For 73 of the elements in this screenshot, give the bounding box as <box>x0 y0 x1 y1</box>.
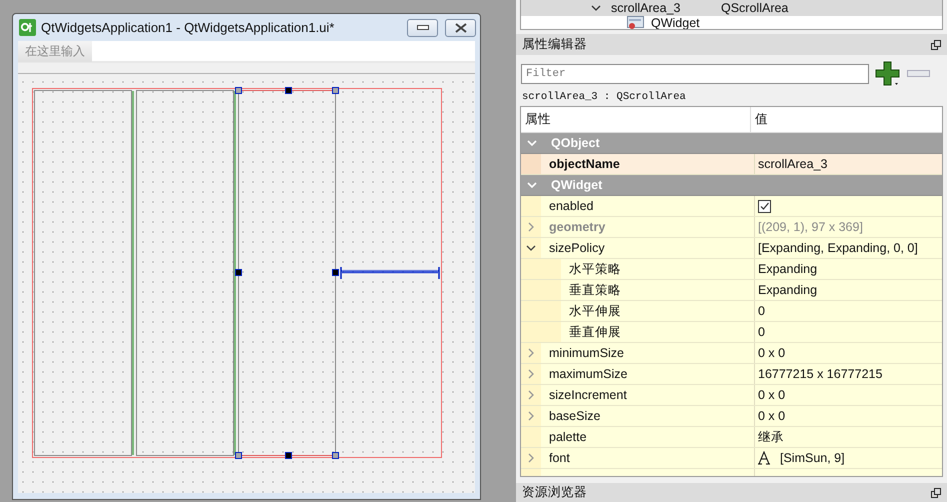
caret-right-icon[interactable] <box>526 390 536 400</box>
caret-down-icon[interactable] <box>526 243 536 253</box>
property-name: 水平伸展 <box>569 302 621 320</box>
dock-title: 资源浏览器 <box>522 484 587 501</box>
property-name: maximumSize <box>549 367 628 381</box>
property-value: 0 x 0 <box>758 346 786 360</box>
close-button[interactable] <box>445 18 476 36</box>
property-value: [(209, 1), 97 x 369] <box>758 220 863 234</box>
property-value: [SimSun, 9] <box>780 451 845 465</box>
property-row[interactable]: enabled <box>521 196 942 217</box>
scroll-area[interactable] <box>34 90 132 456</box>
property-row[interactable]: sizePolicy [Expanding, Expanding, 0, 0] <box>521 238 942 259</box>
property-name: font <box>549 451 570 465</box>
checkbox[interactable] <box>758 200 771 212</box>
property-row[interactable]: palette 继承 <box>521 427 942 448</box>
property-name: baseSize <box>549 409 600 423</box>
caret-right-icon[interactable] <box>526 453 536 463</box>
column-header[interactable]: 值 <box>751 111 768 128</box>
property-row[interactable]: maximumSize 16777215 x 16777215 <box>521 364 942 385</box>
dock-title: 属性编辑器 <box>522 36 587 53</box>
property-row[interactable]: minimumSize 0 x 0 <box>521 343 942 364</box>
filter-field[interactable]: Filter <box>521 64 869 84</box>
property-row[interactable]: baseSize 0 x 0 <box>521 406 942 427</box>
property-row[interactable]: sizeIncrement 0 x 0 <box>521 385 942 406</box>
scroll-area[interactable] <box>136 90 234 456</box>
font-icon <box>758 451 770 465</box>
horizontal-spacer[interactable] <box>340 267 440 279</box>
group-name: QWidget <box>551 178 602 192</box>
float-icon[interactable] <box>931 40 941 50</box>
property-row[interactable]: 水平伸展 0 <box>521 301 942 322</box>
property-name: 水平策略 <box>569 260 621 278</box>
minimize-button[interactable] <box>407 18 438 36</box>
close-icon <box>454 22 466 32</box>
property-name: enabled <box>549 199 594 213</box>
property-value: [Expanding, Expanding, 0, 0] <box>758 241 918 255</box>
caret-down-icon[interactable] <box>591 4 601 12</box>
object-name: scrollArea_3 <box>611 1 682 15</box>
tree-row[interactable]: scrollArea_3 QScrollArea <box>521 0 942 16</box>
property-value: 0 x 0 <box>758 388 786 402</box>
property-row[interactable]: 垂直策略 Expanding <box>521 280 942 301</box>
property-value: scrollArea_3 <box>758 157 828 171</box>
property-row[interactable]: 水平策略 Expanding <box>521 259 942 280</box>
column-header[interactable]: 属性 <box>521 107 751 132</box>
class-name: QScrollArea <box>721 1 788 15</box>
window-title: QtWidgetsApplication1 - QtWidgetsApplication1.ui* <box>41 20 336 35</box>
property-value: 0 <box>758 304 765 318</box>
minimize-icon <box>416 24 428 30</box>
plus-icon[interactable] <box>875 61 901 87</box>
property-name: 垂直策略 <box>569 282 621 298</box>
property-name: sizePolicy <box>549 241 605 255</box>
group-name: QObject <box>551 136 600 150</box>
property-name: 垂直伸展 <box>569 324 621 340</box>
caret-right-icon[interactable] <box>526 369 536 379</box>
property-row[interactable]: font [SimSun, 9] <box>521 448 942 469</box>
property-name: sizeIncrement <box>549 388 627 402</box>
property-value: 0 <box>758 325 765 339</box>
property-name: palette <box>549 430 587 444</box>
property-row[interactable]: 垂直伸展 0 <box>521 322 942 343</box>
property-row[interactable]: objectName scrollArea_3 <box>521 154 942 175</box>
caret-right-icon[interactable] <box>526 411 536 421</box>
property-value: 16777215 x 16777215 <box>758 367 882 381</box>
float-icon[interactable] <box>931 488 941 498</box>
object-class-label: scrollArea_3 : QScrollArea <box>521 90 687 105</box>
minus-icon[interactable] <box>907 70 931 78</box>
qt-logo-icon <box>19 19 36 36</box>
caret-right-icon[interactable] <box>526 348 536 358</box>
property-name: objectName <box>549 157 620 171</box>
property-name: geometry <box>549 220 606 234</box>
property-value: 继承 <box>758 428 784 446</box>
property-value: Expanding <box>758 262 818 276</box>
property-name: minimumSize <box>549 346 624 360</box>
property-value: Expanding <box>758 283 818 297</box>
property-value: 0 x 0 <box>758 409 786 423</box>
